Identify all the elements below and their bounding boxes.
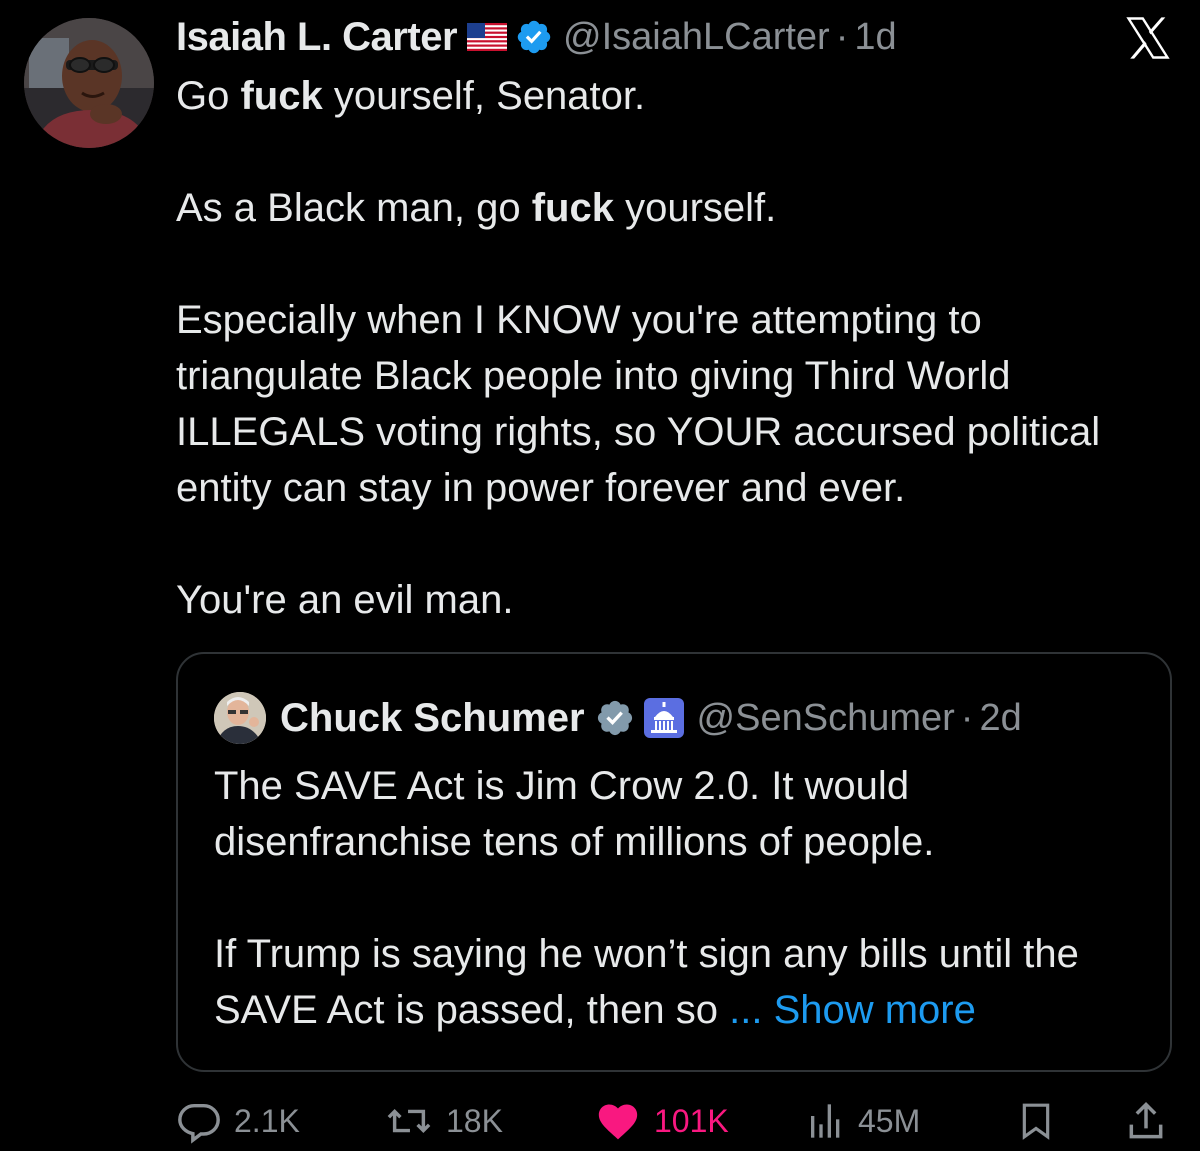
tweet-paragraph: Especially when I KNOW you're attempting… (176, 298, 1101, 510)
share-icon (1129, 1102, 1163, 1139)
share-button[interactable] (1124, 1098, 1168, 1144)
bold-text: fuck (531, 186, 614, 230)
x-logo-icon (1122, 12, 1174, 64)
quoted-author-handle[interactable]: @SenSchumer (697, 697, 955, 740)
views-button[interactable]: 45M (806, 1098, 920, 1144)
verified-badge-icon[interactable] (515, 18, 553, 56)
bookmark-button[interactable] (1016, 1098, 1056, 1144)
tweet-paragraph: Go fuck yourself, Senator. (176, 68, 1176, 124)
us-flag-icon (467, 23, 508, 51)
author-avatar[interactable] (24, 18, 154, 148)
reply-icon (178, 1103, 220, 1144)
views-bar-chart-icon (811, 1104, 840, 1138)
text-span: As a Black man, go (176, 186, 532, 230)
like-button[interactable]: 101K (594, 1098, 729, 1144)
like-count: 101K (654, 1102, 729, 1139)
tweet-paragraph: As a Black man, go fuck yourself. (176, 180, 1176, 236)
text-span: Go (176, 74, 241, 118)
reply-count: 2.1K (234, 1102, 300, 1139)
heart-icon (598, 1104, 638, 1140)
quoted-tweet-paragraph: The SAVE Act is Jim Crow 2.0. It would d… (214, 764, 935, 864)
bookmark-icon (1022, 1103, 1050, 1140)
separator-dot: · (835, 15, 849, 58)
tweet-body: Go fuck yourself, Senator. As a Black ma… (176, 68, 1176, 628)
reply-button[interactable]: 2.1K (176, 1098, 300, 1144)
author-handle[interactable]: @IsaiahLCarter (563, 16, 830, 59)
grey-verified-badge-icon[interactable] (595, 698, 635, 738)
repost-button[interactable]: 18K (384, 1098, 503, 1144)
capitol-building-icon (643, 697, 685, 739)
bold-text: fuck (240, 74, 323, 118)
quoted-author-avatar[interactable] (214, 692, 266, 744)
quoted-tweet-card[interactable]: Chuck Schumer @SenSchumer · 2d The SAVE … (176, 652, 1172, 1072)
separator-dot: · (960, 696, 974, 739)
tweet-timestamp[interactable]: 1d (854, 16, 896, 59)
show-more-link[interactable]: ... Show more (729, 988, 976, 1032)
tweet-action-bar: 2.1K 18K 101K 45M (0, 1090, 1200, 1150)
text-span: yourself, Senator. (322, 74, 646, 118)
tweet-header: Isaiah L. Carter @IsaiahLCarter · 1d (176, 14, 897, 60)
text-span: yourself. (613, 186, 777, 230)
quoted-tweet-body: The SAVE Act is Jim Crow 2.0. It would d… (214, 758, 1134, 1038)
quoted-author-display-name[interactable]: Chuck Schumer (280, 696, 585, 741)
view-count: 45M (858, 1102, 921, 1139)
repost-icon (387, 1108, 431, 1134)
quoted-tweet-header: Chuck Schumer @SenSchumer · 2d (214, 692, 1022, 744)
quoted-tweet-timestamp[interactable]: 2d (979, 697, 1021, 740)
author-display-name[interactable]: Isaiah L. Carter (176, 15, 458, 60)
repost-count: 18K (446, 1102, 503, 1139)
tweet-paragraph: You're an evil man. (176, 578, 514, 622)
quoted-tweet-paragraph: If Trump is saying he won’t sign any bil… (214, 926, 1134, 1038)
